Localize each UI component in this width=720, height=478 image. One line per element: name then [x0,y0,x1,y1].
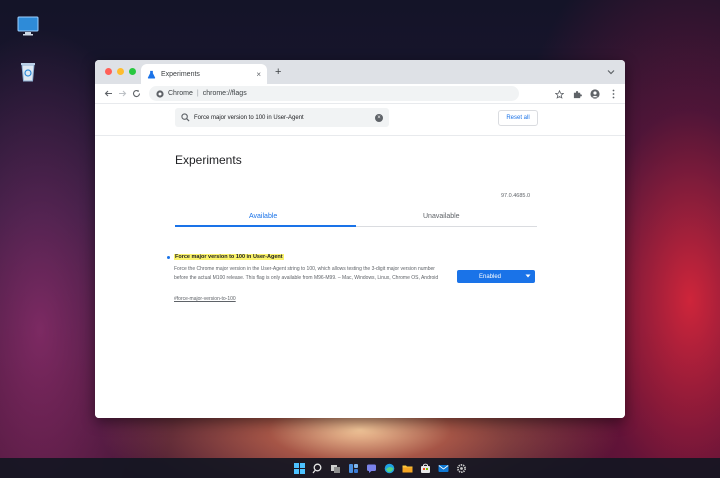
toolbar-actions [553,87,619,101]
minimize-window-button[interactable] [117,68,124,75]
mail-icon[interactable] [437,462,449,474]
tab-strip: Experiments × + [95,60,625,84]
reload-button[interactable] [129,87,143,101]
widgets-icon[interactable] [347,462,359,474]
tab-search-chevron-icon[interactable] [607,68,615,76]
tab-experiments[interactable]: Experiments × [141,64,267,84]
flag-description: Force the Chrome major version in the Us… [174,266,439,281]
settings-icon[interactable] [455,462,467,474]
tab-title: Experiments [161,70,200,78]
flag-state-value: Enabled [479,273,502,280]
flag-state-select[interactable]: Enabled [457,270,535,283]
search-header: Force major version to 100 in User-Agent… [95,104,625,136]
forward-arrow-icon [118,90,126,97]
chat-icon[interactable] [365,462,377,474]
address-separator: | [196,90,199,97]
back-arrow-icon [104,90,112,97]
more-menu-icon[interactable] [607,87,619,101]
flag-name: Force major version to 100 in User-Agent [174,254,284,260]
file-explorer-icon[interactable] [401,462,413,474]
new-tab-button[interactable]: + [275,66,281,78]
reset-all-button[interactable]: Reset all [498,110,538,126]
store-icon[interactable] [419,462,431,474]
page-title: Experiments [175,153,242,167]
window-controls [105,68,136,75]
search-icon [181,113,190,122]
search-icon[interactable] [311,462,323,474]
profile-avatar-icon[interactable] [589,87,601,101]
monitor-icon[interactable] [16,14,40,38]
active-tab-indicator [175,225,356,227]
close-window-button[interactable] [105,68,112,75]
forward-button[interactable] [115,87,129,101]
tab-available[interactable]: Available [249,213,277,220]
reload-icon [132,89,140,98]
taskbar [0,458,720,478]
url-text: chrome://flags [202,90,247,97]
flags-page: Force major version to 100 in User-Agent… [95,104,625,418]
flag-search-input[interactable]: Force major version to 100 in User-Agent… [175,108,389,127]
back-button[interactable] [101,87,115,101]
address-bar[interactable]: Chrome | chrome://flags [149,86,519,101]
task-view-icon[interactable] [329,462,341,474]
edge-icon[interactable] [383,462,395,474]
flag-permalink[interactable]: #force-major-version-to-100 [174,296,236,302]
windows-start-icon[interactable] [293,462,305,474]
search-value: Force major version to 100 in User-Agent [194,114,304,121]
tab-unavailable[interactable]: Unavailable [423,213,460,220]
flags-tabs: Available Unavailable [175,207,537,227]
chrome-version: 97.0.4685.0 [501,193,531,199]
extensions-puzzle-icon[interactable] [571,87,583,101]
flask-icon [147,70,156,79]
chevron-down-icon [525,274,531,278]
chrome-logo-icon [156,89,164,98]
maximize-window-button[interactable] [129,68,136,75]
clear-search-icon[interactable]: × [375,113,383,122]
browser-toolbar: Chrome | chrome://flags [95,84,625,104]
browser-window: Experiments × + Chrome | chrome://flags [95,60,625,418]
recycle-bin-icon[interactable] [16,60,40,84]
site-name: Chrome [168,90,193,97]
bookmark-star-icon[interactable] [553,87,565,101]
modified-indicator [167,256,170,259]
tab-close-icon[interactable]: × [256,70,261,79]
